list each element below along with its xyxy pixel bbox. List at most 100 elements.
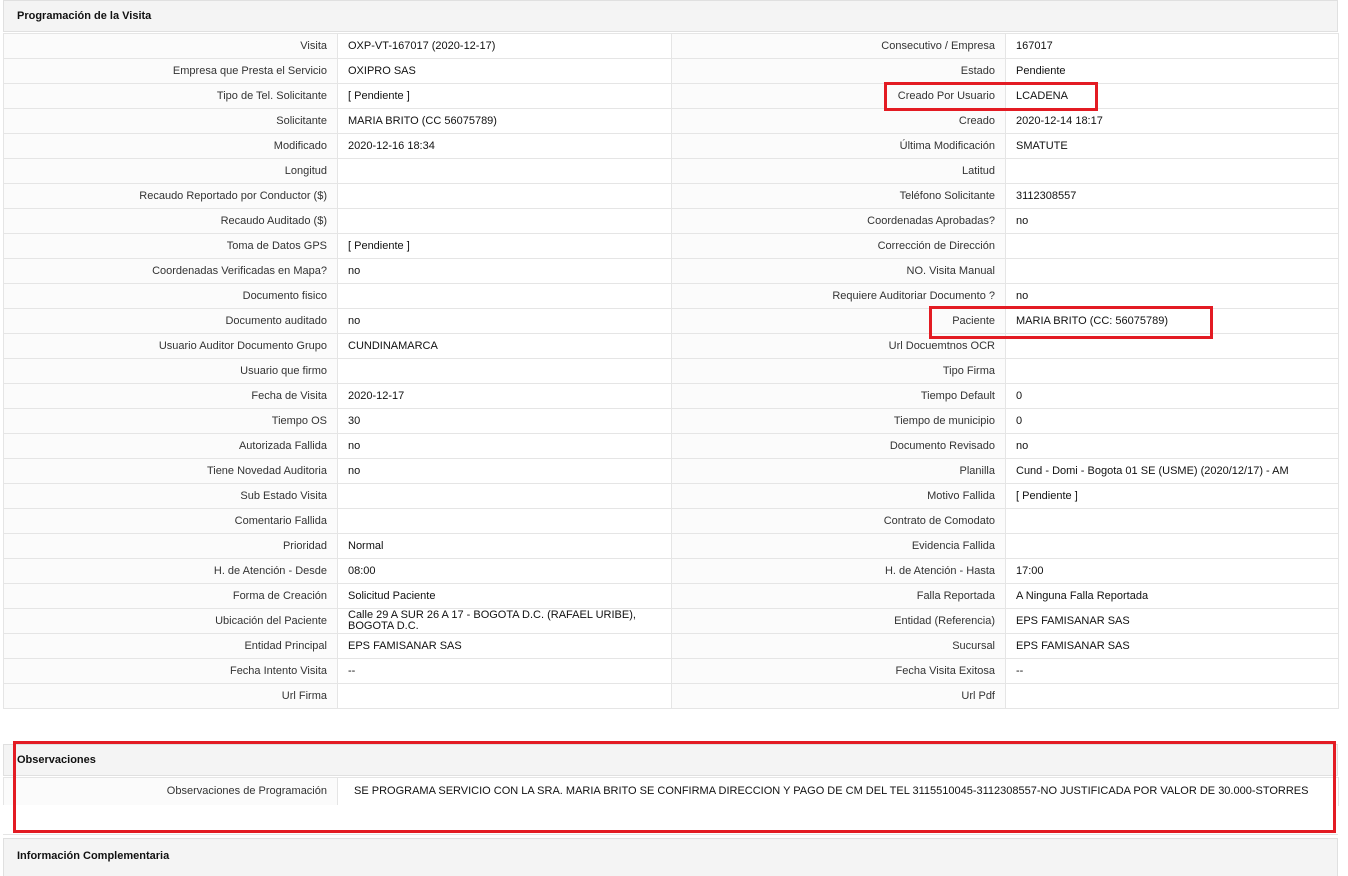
- field-value: [1005, 233, 1339, 259]
- field-value: EPS FAMISANAR SAS: [337, 633, 672, 659]
- field-value: 08:00: [337, 558, 672, 584]
- section-header-programacion: Programación de la Visita: [3, 0, 1338, 32]
- field-label: Url Firma: [3, 683, 338, 709]
- field-label: Fecha Intento Visita: [3, 658, 338, 684]
- observaciones-spacer: [3, 805, 1338, 835]
- table-row: Modificado 2020-12-16 18:34 Última Modific…: [3, 133, 1339, 159]
- section-title-observaciones: Observaciones: [17, 754, 96, 766]
- field-value: [1005, 158, 1339, 184]
- table-row: Recaudo Auditado ($) Coordenadas Aprobada…: [3, 208, 1339, 234]
- field-label: Contrato de Comodato: [671, 508, 1006, 534]
- table-row: Ubicación del Paciente Calle 29 A SUR 26 …: [3, 608, 1339, 634]
- field-label: Paciente: [671, 308, 1006, 334]
- field-value: EPS FAMISANAR SAS: [1005, 608, 1339, 634]
- field-label: Usuario Auditor Documento Grupo: [3, 333, 338, 359]
- field-label: Tipo Firma: [671, 358, 1006, 384]
- field-value: no: [337, 433, 672, 459]
- field-label: Planilla: [671, 458, 1006, 484]
- table-row: Empresa que Presta el Servicio OXIPRO SAS…: [3, 58, 1339, 84]
- field-label: Entidad Principal: [3, 633, 338, 659]
- field-value: 2020-12-14 18:17: [1005, 108, 1339, 134]
- table-row: Tiempo OS 30 Tiempo de municipio 0: [3, 408, 1339, 434]
- field-label: Autorizada Fallida: [3, 433, 338, 459]
- field-label: Sub Estado Visita: [3, 483, 338, 509]
- field-label: Comentario Fallida: [3, 508, 338, 534]
- table-row: Fecha Intento Visita -- Fecha Visita Exit…: [3, 658, 1339, 684]
- field-value: [337, 208, 672, 234]
- field-value: Normal: [337, 533, 672, 559]
- field-value: 2020-12-16 18:34: [337, 133, 672, 159]
- field-value: EPS FAMISANAR SAS: [1005, 633, 1339, 659]
- table-row: Documento fisico Requiere Auditoriar Docu…: [3, 283, 1339, 309]
- field-value: [337, 508, 672, 534]
- table-row: Recaudo Reportado por Conductor ($) Teléf…: [3, 183, 1339, 209]
- table-row: Url Firma Url Pdf: [3, 683, 1339, 709]
- field-label: Consecutivo / Empresa: [671, 33, 1006, 59]
- field-value: Pendiente: [1005, 58, 1339, 84]
- field-value: [337, 483, 672, 509]
- field-label: Documento fisico: [3, 283, 338, 309]
- field-label: Empresa que Presta el Servicio: [3, 58, 338, 84]
- field-value: LCADENA: [1005, 83, 1339, 109]
- field-value: [1005, 358, 1339, 384]
- field-label: Corrección de Dirección: [671, 233, 1006, 259]
- field-label: Documento auditado: [3, 308, 338, 334]
- field-label: Usuario que firmo: [3, 358, 338, 384]
- field-value: OXIPRO SAS: [337, 58, 672, 84]
- field-value: Calle 29 A SUR 26 A 17 - BOGOTA D.C. (RA…: [337, 608, 672, 634]
- field-value: Solicitud Paciente: [337, 583, 672, 609]
- field-value: [1005, 533, 1339, 559]
- field-label: Modificado: [3, 133, 338, 159]
- field-value: --: [337, 658, 672, 684]
- field-label: Coordenadas Aprobadas?: [671, 208, 1006, 234]
- field-label: Visita: [3, 33, 338, 59]
- table-row: Solicitante MARIA BRITO (CC 56075789) Crea…: [3, 108, 1339, 134]
- table-row: Usuario Auditor Documento Grupo CUNDINAMA…: [3, 333, 1339, 359]
- field-label: Tiempo Default: [671, 383, 1006, 409]
- field-value: CUNDINAMARCA: [337, 333, 672, 359]
- field-label: Última Modificación: [671, 133, 1006, 159]
- field-label: Recaudo Auditado ($): [3, 208, 338, 234]
- field-label: Motivo Fallida: [671, 483, 1006, 509]
- field-label: Forma de Creación: [3, 583, 338, 609]
- field-label: Coordenadas Verificadas en Mapa?: [3, 258, 338, 284]
- field-value: [1005, 683, 1339, 709]
- field-value: no: [337, 458, 672, 484]
- programacion-table: Visita OXP-VT-167017 (2020-12-17) Consecut…: [3, 33, 1339, 709]
- field-label: Tipo de Tel. Solicitante: [3, 83, 338, 109]
- field-value: [1005, 508, 1339, 534]
- table-row: Entidad Principal EPS FAMISANAR SAS Sucurs…: [3, 633, 1339, 659]
- table-row: Tiene Novedad Auditoria no Planilla Cund -…: [3, 458, 1339, 484]
- field-value: [337, 283, 672, 309]
- field-value: [337, 158, 672, 184]
- field-value: --: [1005, 658, 1339, 684]
- field-value: 2020-12-17: [337, 383, 672, 409]
- table-row: Usuario que firmo Tipo Firma: [3, 358, 1339, 384]
- field-label: Fecha de Visita: [3, 383, 338, 409]
- table-row: Comentario Fallida Contrato de Comodato: [3, 508, 1339, 534]
- table-row: Forma de Creación Solicitud Paciente Falla…: [3, 583, 1339, 609]
- field-value: [ Pendiente ]: [337, 233, 672, 259]
- table-row: Documento auditado no Paciente MARIA BRITO…: [3, 308, 1339, 334]
- field-value: [1005, 258, 1339, 284]
- field-value: 30: [337, 408, 672, 434]
- field-label: Fecha Visita Exitosa: [671, 658, 1006, 684]
- field-value: 17:00: [1005, 558, 1339, 584]
- field-label: Url Pdf: [671, 683, 1006, 709]
- field-label: Sucursal: [671, 633, 1006, 659]
- field-value: no: [1005, 283, 1339, 309]
- field-value: SMATUTE: [1005, 133, 1339, 159]
- field-label: Recaudo Reportado por Conductor ($): [3, 183, 338, 209]
- table-row: Visita OXP-VT-167017 (2020-12-17) Consecut…: [3, 33, 1339, 59]
- field-value: no: [337, 258, 672, 284]
- field-value: [337, 683, 672, 709]
- table-row: Fecha de Visita 2020-12-17 Tiempo Default…: [3, 383, 1339, 409]
- field-label: Entidad (Referencia): [671, 608, 1006, 634]
- field-label: H. de Atención - Hasta: [671, 558, 1006, 584]
- observaciones-value: SE PROGRAMA SERVICIO CON LA SRA. MARIA B…: [337, 777, 1339, 806]
- field-label: Falla Reportada: [671, 583, 1006, 609]
- table-row: Sub Estado Visita Motivo Fallida[ Pendien…: [3, 483, 1339, 509]
- field-label: Ubicación del Paciente: [3, 608, 338, 634]
- field-value: 0: [1005, 408, 1339, 434]
- field-value: [337, 358, 672, 384]
